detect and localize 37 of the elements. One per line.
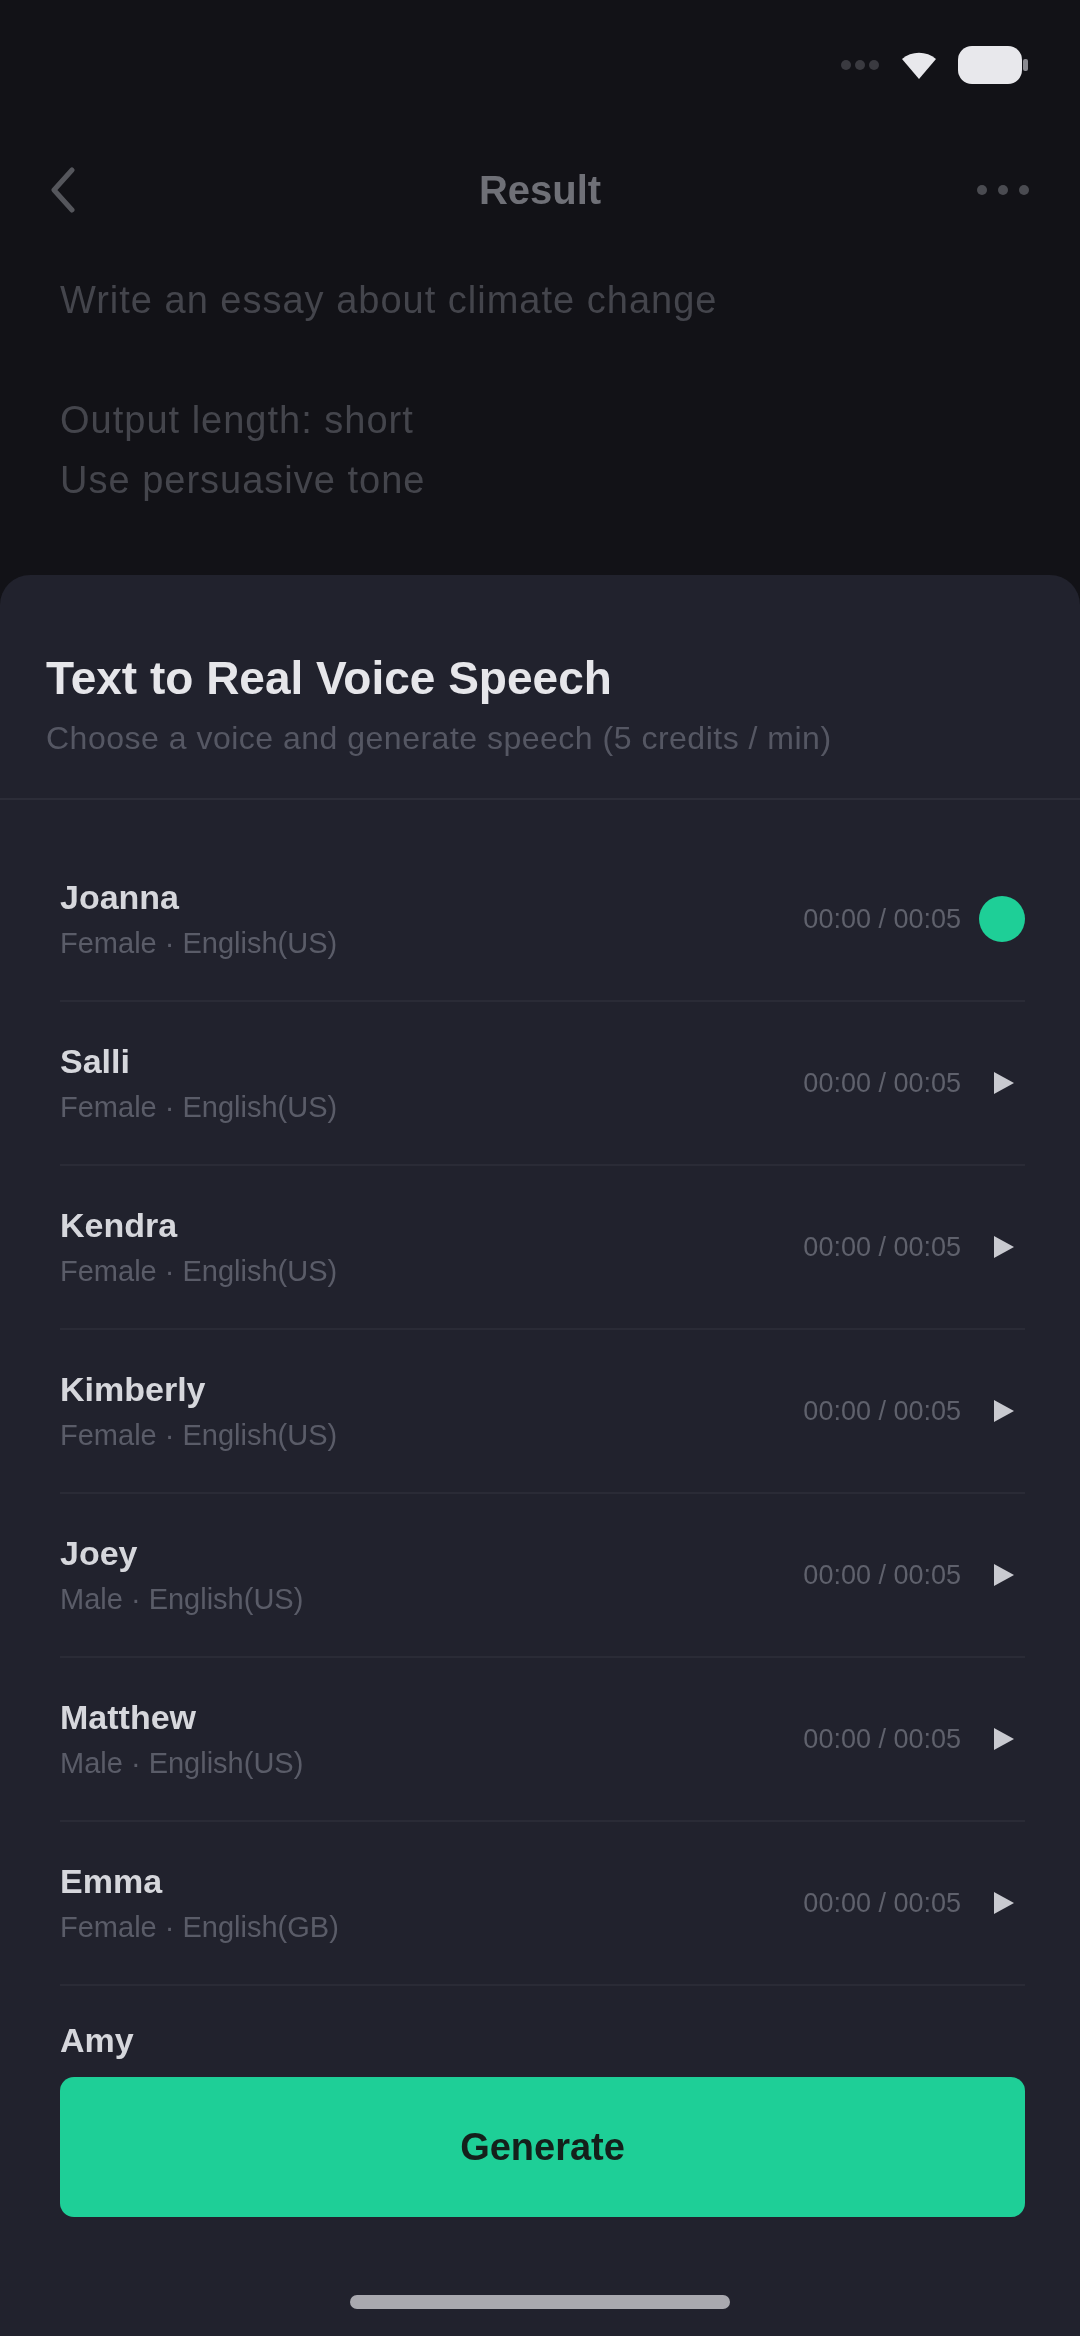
voice-name: Emma bbox=[60, 1861, 164, 1901]
voice-details: Female · English(US) bbox=[60, 926, 338, 961]
voice-row[interactable]: Joey Male · English(US) 00:00 / 00:05 bbox=[60, 1494, 1025, 1658]
voice-row[interactable]: Kendra Female · English(US) 00:00 / 00:05 bbox=[60, 1166, 1025, 1330]
voice-row[interactable]: Kimberly Female · English(US) 00:00 / 00:05 bbox=[60, 1330, 1025, 1494]
sheet-title: Text to Real Voice Speech bbox=[46, 651, 613, 706]
voice-row[interactable]: Emma Female · English(GB) 00:00 / 00:05 bbox=[60, 1822, 1025, 1986]
voice-duration: 00:00 / 00:05 bbox=[803, 1231, 961, 1263]
voice-name: Joanna bbox=[60, 877, 181, 917]
voice-name: Joey bbox=[60, 1533, 139, 1573]
voice-name: Kendra bbox=[60, 1205, 179, 1245]
generate-button[interactable]: Generate bbox=[60, 2077, 1025, 2217]
voice-row[interactable]: Joanna Female · English(US) 00:00 / 00:05 bbox=[60, 838, 1025, 1002]
signal-icon bbox=[840, 59, 880, 71]
back-button[interactable] bbox=[50, 167, 76, 213]
voice-name: Amy bbox=[60, 2020, 134, 2060]
voice-details: Female · English(GB) bbox=[60, 1910, 339, 1945]
voice-details: Female · English(US) bbox=[60, 1090, 338, 1125]
selected-dot-icon[interactable] bbox=[979, 896, 1025, 942]
voice-duration: 00:00 / 00:05 bbox=[803, 1723, 961, 1755]
voice-duration: 00:00 / 00:05 bbox=[803, 1887, 961, 1919]
voice-details: Male · English(US) bbox=[60, 1746, 304, 1781]
voice-name: Matthew bbox=[60, 1697, 197, 1737]
voice-row[interactable]: Matthew Male · English(US) 00:00 / 00:05 bbox=[60, 1658, 1025, 1822]
battery-icon bbox=[958, 46, 1028, 84]
voice-details: Female · English(US) bbox=[60, 1254, 338, 1289]
voice-details: Male · English(US) bbox=[60, 1582, 304, 1617]
voice-duration: 00:00 / 00:05 bbox=[803, 1395, 961, 1427]
wifi-icon bbox=[902, 51, 936, 79]
voice-duration: 00:00 / 00:05 bbox=[803, 903, 961, 935]
voice-row[interactable]: Salli Female · English(US) 00:00 / 00:05 bbox=[60, 1002, 1025, 1166]
voice-duration: 00:00 / 00:05 bbox=[803, 1559, 961, 1591]
voice-duration: 00:00 / 00:05 bbox=[803, 1067, 961, 1099]
voice-details: Female · English(US) bbox=[60, 1418, 338, 1453]
voice-name: Kimberly bbox=[60, 1369, 207, 1409]
voice-name: Salli bbox=[60, 1041, 131, 1081]
screen-title: Result bbox=[478, 167, 602, 213]
